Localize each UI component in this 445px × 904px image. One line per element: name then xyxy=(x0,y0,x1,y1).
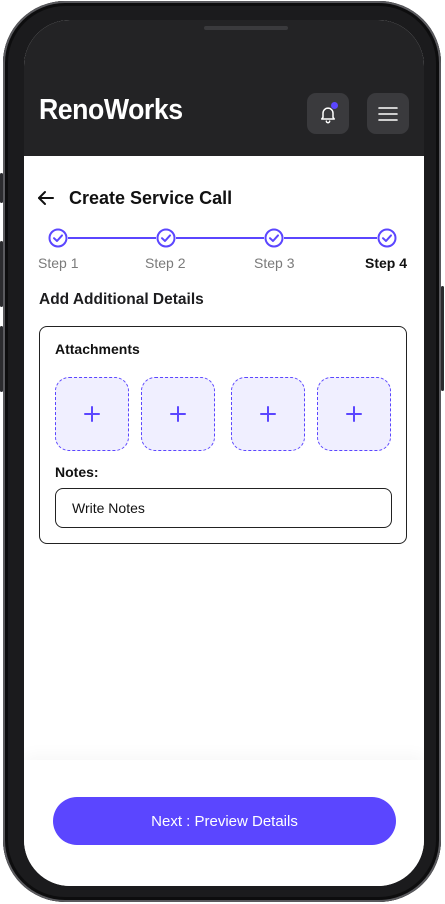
phone-silent-switch xyxy=(0,173,3,203)
phone-volume-down xyxy=(0,326,3,392)
back-button[interactable] xyxy=(37,189,55,207)
phone-frame: RenoWorks Create Service Call Step 1 Ste… xyxy=(0,1,444,902)
step-2-label: Step 2 xyxy=(145,255,186,271)
step-2-check-icon xyxy=(156,228,176,248)
footer-bar: Next : Preview Details xyxy=(24,760,424,886)
brand-logo: RenoWorks xyxy=(39,94,183,126)
section-title: Add Additional Details xyxy=(39,291,204,308)
add-attachment-button[interactable] xyxy=(317,377,391,451)
notes-label: Notes: xyxy=(55,464,99,480)
plus-icon xyxy=(170,406,186,422)
page-titlebar: Create Service Call xyxy=(37,186,232,210)
hamburger-icon xyxy=(378,106,398,121)
attachments-label: Attachments xyxy=(55,341,140,357)
next-preview-button[interactable]: Next : Preview Details xyxy=(53,797,396,845)
step-3-check-icon xyxy=(264,228,284,248)
notifications-button[interactable] xyxy=(307,93,349,134)
plus-icon xyxy=(260,406,276,422)
phone-volume-up xyxy=(0,241,3,307)
notification-dot xyxy=(331,102,338,109)
notes-input[interactable] xyxy=(55,488,392,528)
step-1-check-icon xyxy=(48,228,68,248)
page-title: Create Service Call xyxy=(69,187,233,208)
app-screen: RenoWorks Create Service Call Step 1 Ste… xyxy=(24,20,424,886)
phone-power-button xyxy=(441,286,444,391)
step-4-label: Step 4 xyxy=(365,255,408,271)
step-1-label: Step 1 xyxy=(38,255,79,271)
step-4-check-icon xyxy=(377,228,397,248)
details-card: Attachments Notes: xyxy=(39,326,407,544)
step-connector xyxy=(284,237,377,239)
menu-button[interactable] xyxy=(367,93,409,134)
plus-icon xyxy=(84,406,100,422)
plus-icon xyxy=(346,406,362,422)
phone-speaker xyxy=(204,26,288,30)
app-header: RenoWorks xyxy=(24,20,424,156)
arrow-left-icon xyxy=(38,191,54,205)
step-connector xyxy=(176,237,264,239)
add-attachment-button[interactable] xyxy=(55,377,129,451)
add-attachment-button[interactable] xyxy=(141,377,215,451)
step-connector xyxy=(68,237,156,239)
progress-stepper: Step 1 Step 2 Step 3 Step 4 xyxy=(24,228,424,278)
step-3-label: Step 3 xyxy=(254,255,295,271)
add-attachment-button[interactable] xyxy=(231,377,305,451)
